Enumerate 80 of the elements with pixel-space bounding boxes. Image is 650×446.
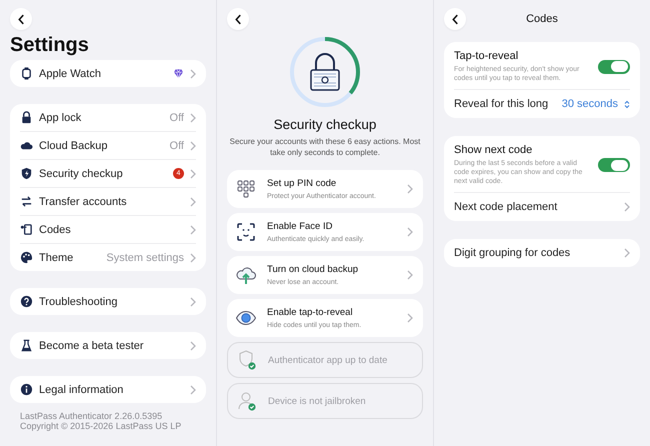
page-title: Settings <box>10 34 90 57</box>
row-label: Codes <box>39 224 72 236</box>
flask-icon <box>20 339 33 352</box>
toggle-switch[interactable] <box>598 158 630 172</box>
chevron-icon <box>190 140 196 150</box>
footer-text: Copyright © 2015-2026 LastPass US LP <box>20 421 182 431</box>
chevron-icon <box>407 184 413 194</box>
chevron-icon <box>624 248 630 258</box>
question-icon <box>20 295 33 308</box>
chevron-icon <box>190 252 196 262</box>
row-label: Cloud Backup <box>39 140 108 152</box>
person-check-icon <box>236 390 258 412</box>
chevron-icon <box>190 68 196 78</box>
back-icon <box>234 14 242 24</box>
padlock-icon <box>310 53 340 91</box>
settings-row[interactable]: Codes <box>20 215 196 243</box>
chevron-icon <box>190 112 196 122</box>
chevron-icon <box>190 296 196 306</box>
setting-label: Reveal for this long <box>454 98 550 110</box>
action-title: Enable tap-to-reveal <box>267 307 354 318</box>
action-title: Enable Face ID <box>267 221 334 232</box>
palette-icon <box>20 251 33 264</box>
setting-label: Next code placement <box>454 201 558 213</box>
chevron-icon <box>624 202 630 212</box>
keypad-icon <box>235 178 257 200</box>
row-label: Transfer accounts <box>39 196 128 208</box>
row-label: Troubleshooting <box>39 296 118 308</box>
back-icon <box>452 14 458 24</box>
back-button[interactable] <box>10 8 32 30</box>
checkup-title: Security checkup <box>272 117 378 132</box>
info-icon <box>20 383 33 396</box>
settings-row[interactable]: App lock Off <box>20 104 196 131</box>
chevron-icon <box>190 196 196 206</box>
checkup-description: Secure your accounts with these 6 easy actions. Most take only seconds to complete. <box>228 136 422 158</box>
toggle-switch[interactable] <box>598 60 630 74</box>
row-label: Theme <box>39 252 74 264</box>
page-title: Codes <box>525 13 559 25</box>
row-label: Legal information <box>39 384 124 396</box>
back-button[interactable] <box>444 8 466 30</box>
face-scan-icon <box>235 221 257 243</box>
up-down-icon <box>624 100 630 108</box>
action-title: Set up PIN code <box>267 178 338 189</box>
chevron-icon <box>190 384 196 394</box>
chevron-icon <box>190 168 196 178</box>
arrows-icon <box>20 195 33 208</box>
chevron-icon <box>407 227 413 237</box>
setting-row[interactable]: Digit grouping for codes <box>454 239 630 267</box>
back-button[interactable] <box>227 8 249 30</box>
action-title: Authenticator app up to date <box>268 354 388 366</box>
setting-label: Show next code <box>454 144 534 156</box>
setting-row[interactable]: Next code placement <box>454 192 630 221</box>
settings-row[interactable]: Cloud Backup Off <box>20 131 196 159</box>
settings-row[interactable]: Theme System settings <box>20 243 196 271</box>
chevron-icon <box>407 313 413 323</box>
lock-icon <box>20 111 33 124</box>
settings-row[interactable]: Apple Watch <box>20 60 196 87</box>
action-title: Device is not jailbroken <box>268 396 367 406</box>
row-label: Security checkup <box>39 168 124 180</box>
row-label: Apple Watch <box>39 68 102 80</box>
settings-row[interactable]: Transfer accounts <box>20 187 196 215</box>
settings-row[interactable]: Become a beta tester <box>20 332 196 359</box>
shield-icon <box>20 167 33 180</box>
chevron-icon <box>190 340 196 350</box>
setting-label: Tap-to-reveal <box>454 50 520 62</box>
phone-code-icon <box>20 223 33 236</box>
watch-icon <box>20 67 33 80</box>
row-value: Off <box>170 112 184 124</box>
row-value: Off <box>170 140 184 152</box>
duration-picker[interactable]: 30 seconds <box>562 98 618 110</box>
row-value: System settings <box>106 252 184 264</box>
chevron-icon <box>407 270 413 280</box>
settings-row[interactable]: Legal information <box>20 376 196 403</box>
action-title: Turn on cloud backup <box>267 264 360 275</box>
setting-label: Digit grouping for codes <box>454 247 572 259</box>
row-label: Become a beta tester <box>39 340 145 352</box>
footer-text: LastPass Authenticator 2.26.0.5395 <box>20 411 164 421</box>
settings-row[interactable]: Troubleshooting <box>20 288 196 315</box>
row-label: App lock <box>39 112 82 124</box>
back-icon <box>18 14 24 24</box>
chevron-icon <box>190 224 196 234</box>
